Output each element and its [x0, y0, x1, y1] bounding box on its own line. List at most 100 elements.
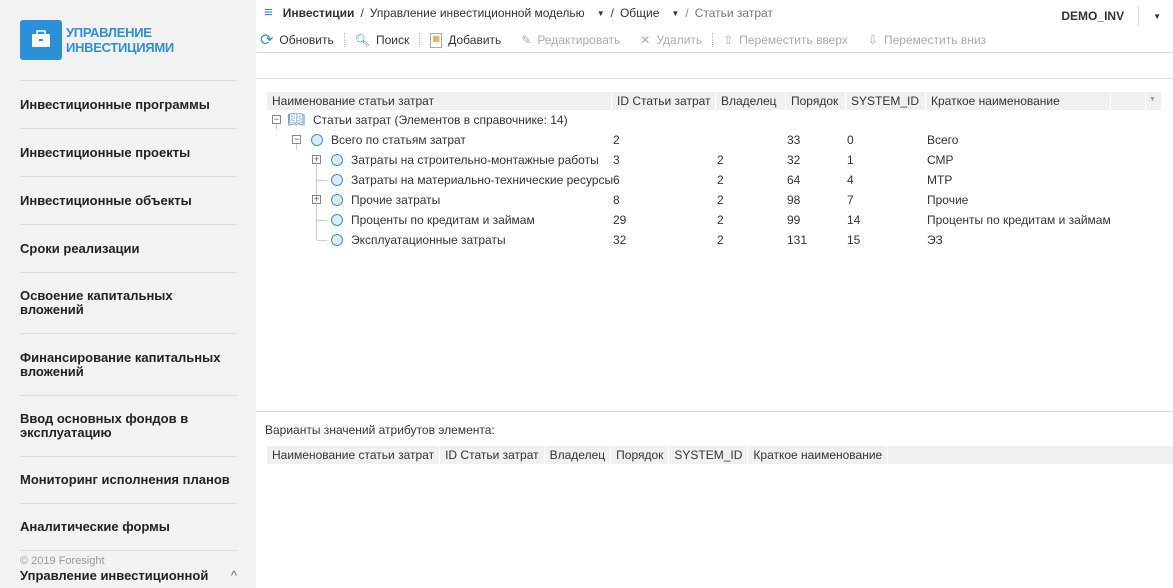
table-row[interactable]: Эксплуатационные затраты 32 2 131 15 ЭЗ	[267, 230, 1157, 250]
nav-capital-investment-development[interactable]: Освоение капитальных вложений	[20, 272, 237, 333]
nav-fixed-assets-commissioning[interactable]: Ввод основных фондов в эксплуатацию	[20, 395, 237, 456]
current-module-label: Управление инвестиционной моделью	[20, 568, 209, 588]
search-button[interactable]: 🔍︎ Поиск	[355, 33, 410, 47]
cell-order: 33	[787, 133, 801, 147]
root-label: Статьи затрат (Элементов в справочнике: …	[313, 113, 568, 127]
nav-plan-monitoring[interactable]: Мониторинг исполнения планов	[20, 456, 237, 503]
cell-short-name: Прочие	[927, 193, 969, 207]
nav-investment-objects[interactable]: Инвестиционные объекты	[20, 176, 237, 224]
cell-short-name: Проценты по кредитам и займам	[927, 213, 1111, 227]
cell-id: 32	[613, 233, 627, 247]
caret-down-icon[interactable]: ▼	[671, 9, 679, 18]
nav-implementation-terms[interactable]: Сроки реализации	[20, 224, 237, 272]
cell-system-id: 1	[847, 153, 854, 167]
delete-button[interactable]: ✕ Удалить	[640, 33, 702, 47]
collapse-icon[interactable]: −	[272, 115, 281, 124]
move-up-button[interactable]: ⇧ Переместить вверх	[723, 33, 848, 47]
tree-root[interactable]: − 📖︎ Статьи затрат (Элементов в справочн…	[267, 110, 1157, 130]
element-circle-icon	[331, 154, 343, 166]
separator	[343, 33, 345, 47]
expand-icon[interactable]: +	[312, 155, 321, 164]
move-down-button[interactable]: ⇩ Переместить вниз	[868, 33, 986, 47]
nav-analytic-forms[interactable]: Аналитические формы	[20, 503, 237, 550]
attributes-grid-header: Наименование статьи затрат ID Статьи зат…	[267, 446, 1173, 464]
cell-name: Затраты на строительно-монтажные работы	[351, 153, 599, 167]
divider	[256, 52, 1173, 53]
divider	[256, 78, 1173, 79]
refresh-button[interactable]: ⟳ Обновить	[260, 30, 334, 50]
col-short-name[interactable]: Краткое наименование	[926, 92, 1110, 110]
book-icon: 📖︎	[287, 111, 305, 127]
table-row[interactable]: Проценты по кредитам и займам 29 2 99 14 Проц…	[267, 210, 1157, 230]
cell-short-name: ЭЗ	[927, 233, 943, 247]
caret-down-icon[interactable]: ▼	[597, 9, 605, 18]
logo-line1: УПРАВЛЕНИЕ	[66, 25, 152, 40]
tree-line	[317, 240, 327, 241]
table-row[interactable]: + Затраты на строительно-монтажные работы…	[267, 150, 1157, 170]
attr-col-system-id[interactable]: SYSTEM_ID	[669, 446, 748, 464]
breadcrumb-sep: /	[685, 6, 689, 20]
collapse-icon[interactable]: −	[292, 135, 301, 144]
col-owner[interactable]: Владелец	[716, 92, 785, 110]
cell-short-name: МТР	[927, 173, 953, 187]
attr-col-order[interactable]: Порядок	[611, 446, 669, 464]
tree-line	[317, 220, 327, 221]
cell-order: 64	[787, 173, 801, 187]
add-document-icon: ▦	[430, 32, 443, 48]
user-menu[interactable]: DEMO_INV ▼	[1061, 6, 1161, 26]
refresh-label: Обновить	[279, 33, 334, 47]
attributes-label: Варианты значений атрибутов элемента:	[265, 423, 495, 437]
cell-short-name: Всего	[927, 133, 959, 147]
breadcrumb-root[interactable]: Инвестиции	[283, 6, 355, 20]
cell-owner: 2	[717, 233, 724, 247]
cell-order: 99	[787, 213, 801, 227]
column-menu-caret-icon[interactable]: ▼	[1146, 92, 1161, 110]
table-row[interactable]: + Прочие затраты 8 2 98 7 Прочие	[267, 190, 1157, 210]
cell-name: Затраты на материально-технические ресур…	[351, 173, 614, 187]
add-button[interactable]: ▦ Добавить	[430, 32, 501, 48]
cell-name: Эксплуатационные затраты	[351, 233, 506, 247]
cell-system-id: 15	[847, 233, 861, 247]
element-circle-icon	[311, 134, 323, 146]
col-system-id[interactable]: SYSTEM_ID	[846, 92, 925, 110]
expand-icon[interactable]: +	[312, 195, 321, 204]
attr-col-name[interactable]: Наименование статьи затрат	[267, 446, 440, 464]
breadcrumb-general[interactable]: Общие	[620, 6, 659, 20]
attr-col-owner[interactable]: Владелец	[544, 446, 611, 464]
refresh-icon: ⟳	[260, 32, 274, 49]
col-order[interactable]: Порядок	[786, 92, 845, 110]
cell-id: 2	[613, 133, 620, 147]
table-row[interactable]: − Всего по статьям затрат 2 33 0 Всего	[267, 130, 1157, 150]
username: DEMO_INV	[1061, 9, 1125, 23]
nav-capital-investment-financing[interactable]: Финансирование капитальных вложений	[20, 333, 237, 395]
col-id[interactable]: ID Статьи затрат	[612, 92, 715, 110]
cell-owner: 2	[717, 173, 724, 187]
nav-investment-projects[interactable]: Инвестиционные проекты	[20, 128, 237, 176]
toolbar: ⟳ Обновить 🔍︎ Поиск ▦ Добавить ✎ Редактирова…	[260, 30, 1006, 50]
grid-header: Наименование статьи затрат ID Статьи зат…	[267, 92, 1162, 110]
cell-owner: 2	[717, 193, 724, 207]
cell-owner: 2	[717, 213, 724, 227]
attr-col-id[interactable]: ID Статьи затрат	[440, 446, 544, 464]
divider	[20, 550, 237, 551]
breadcrumb: ≡ Инвестиции / Управление инвестиционной…	[264, 5, 773, 20]
cell-id: 6	[613, 173, 620, 187]
edit-button[interactable]: ✎ Редактировать	[521, 33, 620, 47]
splitter[interactable]	[256, 411, 1173, 412]
nav-investment-programs[interactable]: Инвестиционные программы	[20, 80, 237, 128]
cell-id: 29	[613, 213, 627, 227]
cell-order: 131	[787, 233, 808, 247]
main-area: ≡ Инвестиции / Управление инвестиционной…	[256, 0, 1173, 588]
caret-down-icon[interactable]: ▼	[1153, 12, 1161, 21]
current-module[interactable]: Управление инвестиционной моделью ^	[20, 568, 237, 588]
col-name[interactable]: Наименование статьи затрат	[267, 92, 611, 110]
app-logo-text: УПРАВЛЕНИЕ ИНВЕСТИЦИЯМИ	[66, 25, 174, 55]
attr-col-empty	[888, 446, 1173, 464]
chevron-up-icon[interactable]: ^	[231, 568, 237, 583]
attr-col-short-name[interactable]: Краткое наименование	[748, 446, 888, 464]
menu-icon[interactable]: ≡	[264, 5, 273, 20]
table-row[interactable]: Затраты на материально-технические ресур…	[267, 170, 1157, 190]
breadcrumb-model[interactable]: Управление инвестиционной моделью	[370, 6, 585, 20]
element-circle-icon	[331, 214, 343, 226]
cell-order: 32	[787, 153, 801, 167]
